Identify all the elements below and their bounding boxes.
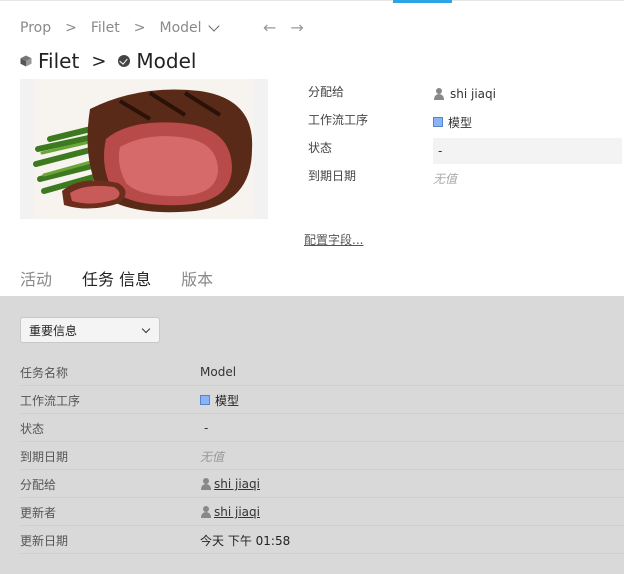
breadcrumb-separator: >: [65, 20, 77, 36]
task-thumbnail[interactable]: [20, 79, 268, 219]
active-nav-indicator: [393, 0, 452, 3]
field-status: 状态 -: [308, 136, 624, 164]
field-label: 状态: [308, 141, 333, 155]
field-due-date: 到期日期 无值: [308, 164, 624, 192]
updated-by-value[interactable]: shi jiaqi: [200, 498, 260, 526]
status-value[interactable]: -: [433, 138, 622, 164]
info-row-updated-by: 更新者 shi jiaqi: [20, 498, 624, 526]
field-workflow-stage: 工作流工序 模型: [308, 108, 624, 136]
workflow-stage-value[interactable]: 模型: [200, 386, 239, 414]
task-name-value[interactable]: Model: [200, 358, 236, 386]
status-value[interactable]: -: [200, 414, 208, 442]
breadcrumb-model[interactable]: Model: [160, 20, 202, 36]
forward-arrow-icon[interactable]: →: [290, 18, 303, 37]
tab-task-info[interactable]: 任务 信息: [82, 266, 151, 290]
breadcrumb: Prop > Filet > Model: [20, 18, 220, 38]
info-key: 状态: [20, 422, 45, 436]
stage-name: 模型: [215, 393, 240, 408]
info-row-updated-date: 更新日期 今天 下午 01:58: [20, 526, 624, 554]
check-circle-icon: [118, 55, 131, 67]
due-date-value[interactable]: 无值: [433, 164, 457, 192]
configure-fields-link[interactable]: 配置字段...: [304, 231, 363, 248]
info-row-status: 状态 -: [20, 414, 624, 442]
stage-color-icon: [200, 395, 210, 405]
due-date-value[interactable]: 无值: [200, 442, 224, 470]
chevron-down-icon[interactable]: [207, 20, 220, 32]
user-icon: [200, 506, 212, 518]
user-icon: [200, 478, 212, 490]
tab-bar: 活动 任务 信息 版本: [20, 266, 213, 290]
info-row-task-name: 任务名称 Model: [20, 358, 624, 386]
task-info-panel: 重要信息 任务名称 Model 工作流工序 模型 状态 - 到期日期 无值 分配…: [0, 296, 624, 574]
title-parent[interactable]: Filet: [38, 49, 79, 73]
tab-activity[interactable]: 活动: [20, 266, 52, 290]
task-fields: 分配给 shi jiaqi 工作流工序 模型 状态 - 到期日期 无值: [308, 80, 624, 192]
info-row-workflow-stage: 工作流工序 模型: [20, 386, 624, 414]
info-key: 更新日期: [20, 534, 69, 548]
info-key: 分配给: [20, 478, 57, 492]
chevron-down-icon: [141, 324, 151, 334]
info-row-assignee: 分配给 shi jiaqi: [20, 470, 624, 498]
field-label: 到期日期: [308, 169, 357, 183]
history-nav: ← →: [263, 18, 304, 37]
tab-versions[interactable]: 版本: [181, 266, 213, 290]
field-assignee: 分配给 shi jiaqi: [308, 80, 624, 108]
updated-date-value: 今天 下午 01:58: [200, 533, 291, 548]
assignee-value[interactable]: shi jiaqi: [200, 470, 260, 498]
field-label: 分配给: [308, 85, 345, 99]
assignee-value[interactable]: shi jiaqi: [433, 80, 496, 108]
workflow-stage-value[interactable]: 模型: [433, 108, 472, 136]
breadcrumb-filet[interactable]: Filet: [91, 20, 120, 36]
info-key: 到期日期: [20, 450, 69, 464]
title-current: Model: [136, 49, 197, 73]
breadcrumb-separator: >: [133, 20, 146, 36]
field-label: 工作流工序: [308, 113, 369, 127]
page-title: Filet > Model: [20, 48, 196, 74]
stage-name: 模型: [448, 115, 473, 130]
info-key: 更新者: [20, 506, 57, 520]
thumbnail-image: [20, 79, 268, 219]
top-divider: [0, 0, 624, 1]
title-separator: >: [91, 50, 107, 72]
field-group-select[interactable]: 重要信息: [20, 317, 160, 343]
user-icon: [433, 88, 445, 100]
info-table: 任务名称 Model 工作流工序 模型 状态 - 到期日期 无值 分配给 shi…: [20, 358, 624, 554]
stage-color-icon: [433, 117, 443, 127]
back-arrow-icon[interactable]: ←: [263, 18, 276, 37]
assignee-name: shi jiaqi: [450, 87, 496, 101]
assignee-name: shi jiaqi: [214, 477, 260, 491]
select-value: 重要信息: [29, 323, 78, 338]
info-row-due-date: 到期日期 无值: [20, 442, 624, 470]
info-key: 任务名称: [20, 366, 69, 380]
cube-icon: [20, 55, 32, 67]
updater-name: shi jiaqi: [214, 505, 260, 519]
info-key: 工作流工序: [20, 394, 81, 408]
breadcrumb-prop[interactable]: Prop: [20, 20, 51, 36]
